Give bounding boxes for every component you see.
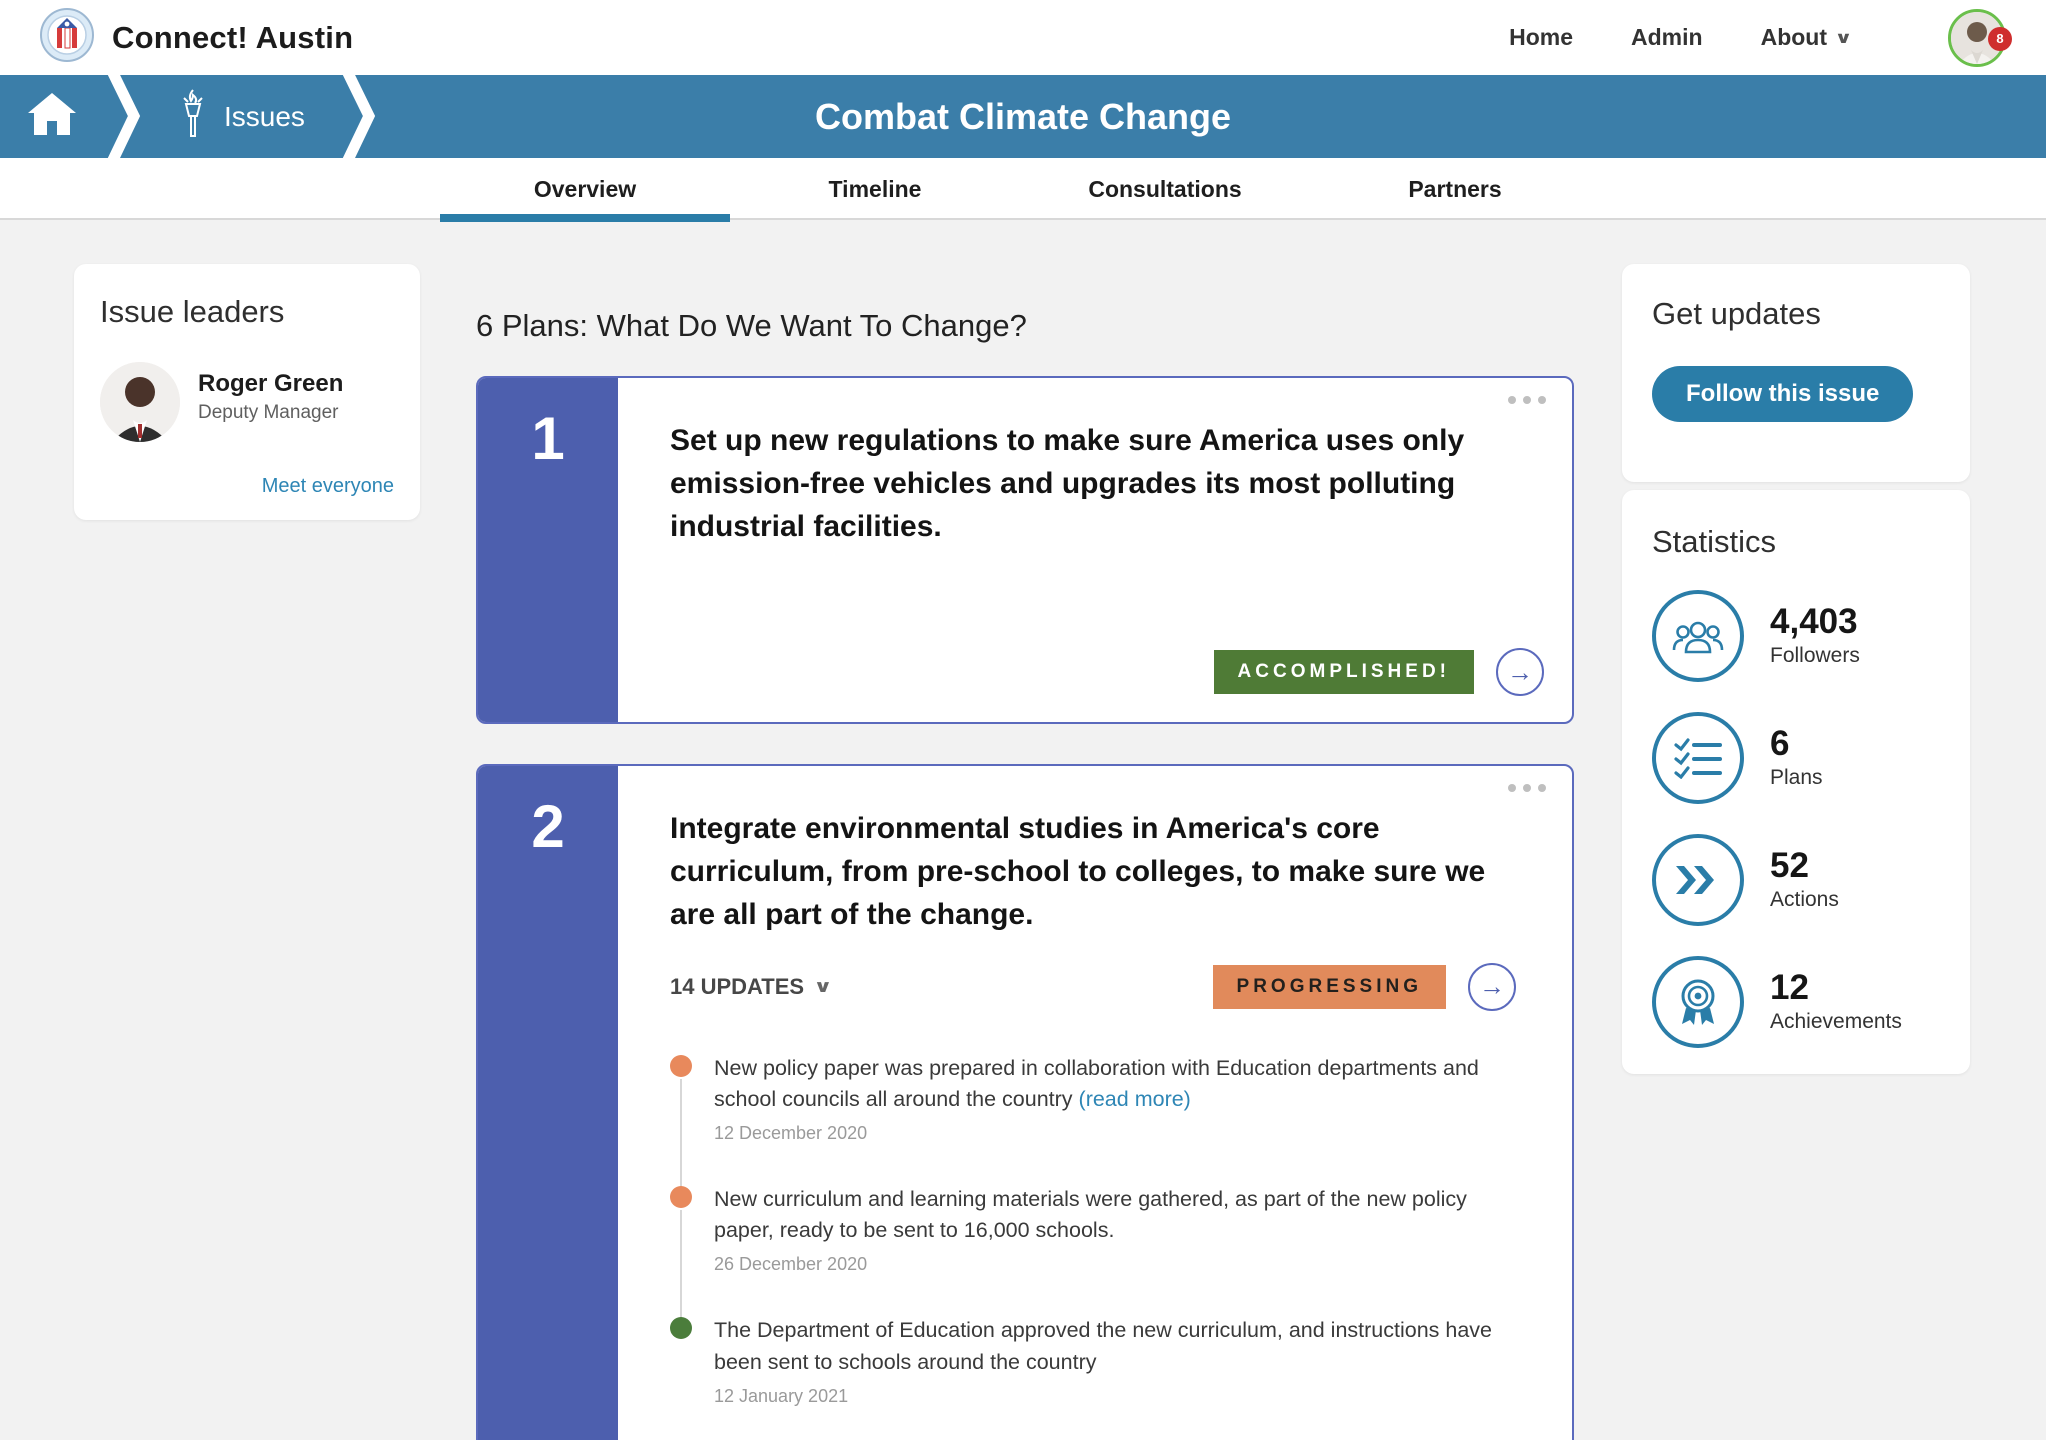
breadcrumb-separator-icon: [104, 75, 144, 158]
stat-actions-label: Actions: [1770, 888, 1839, 912]
user-avatar[interactable]: 8: [1948, 9, 2006, 67]
tabs-bar: Overview Timeline Consultations Partners: [0, 158, 2046, 220]
update-date: 12 January 2021: [714, 1386, 1516, 1407]
breadcrumb-issues-link[interactable]: Issues: [144, 86, 339, 147]
stat-plans-label: Plans: [1770, 766, 1823, 790]
stat-followers-value: 4,403: [1770, 604, 1860, 641]
issue-leaders-title: Issue leaders: [100, 294, 394, 330]
leader-role: Deputy Manager: [198, 402, 343, 424]
stat-achievements: 12 Achievements: [1652, 956, 1940, 1048]
followers-icon: [1652, 590, 1744, 682]
stat-followers: 4,403 Followers: [1652, 590, 1940, 682]
plan-card-1: 1 Set up new regulations to make sure Am…: [476, 376, 1574, 724]
plan-1-number-strip: 1: [478, 378, 618, 722]
stat-actions: 52 Actions: [1652, 834, 1940, 926]
tab-partners[interactable]: Partners: [1310, 158, 1600, 220]
update-status-dot: [670, 1055, 692, 1077]
home-icon: [26, 91, 78, 142]
stat-achievements-value: 12: [1770, 970, 1902, 1007]
timeline-connector: [680, 1210, 682, 1319]
tab-timeline[interactable]: Timeline: [730, 158, 1020, 220]
follow-issue-button[interactable]: Follow this issue: [1652, 366, 1913, 422]
updates-list: New policy paper was prepared in collabo…: [670, 1053, 1516, 1407]
leader-name: Roger Green: [198, 370, 343, 398]
stat-followers-label: Followers: [1770, 644, 1860, 668]
plan-2-text: Integrate environmental studies in Ameri…: [670, 808, 1516, 937]
update-item: New policy paper was prepared in collabo…: [670, 1053, 1516, 1144]
plans-icon: [1652, 712, 1744, 804]
update-status-dot: [670, 1317, 692, 1339]
stat-achievements-label: Achievements: [1770, 1010, 1902, 1034]
arrow-right-icon: →: [1479, 971, 1505, 1002]
stat-plans-value: 6: [1770, 726, 1823, 763]
nav-about[interactable]: About ∨: [1761, 24, 1850, 51]
timeline-connector: [680, 1079, 682, 1188]
update-date: 12 December 2020: [714, 1123, 1516, 1144]
update-item: New curriculum and learning materials we…: [670, 1184, 1516, 1275]
breadcrumb-issues-label: Issues: [224, 101, 305, 133]
plan-card-2: 2 Integrate environmental studies in Ame…: [476, 764, 1574, 1440]
breadcrumb-home-button[interactable]: [0, 91, 104, 142]
stat-plans: 6 Plans: [1652, 712, 1940, 804]
statistics-title: Statistics: [1652, 524, 1940, 560]
plans-heading: 6 Plans: What Do We Want To Change?: [476, 308, 1027, 344]
torch-icon: [178, 86, 208, 147]
plan-1-number: 1: [531, 404, 564, 722]
achievements-icon: [1652, 956, 1744, 1048]
read-more-link[interactable]: (read more): [1079, 1087, 1191, 1111]
tab-consultations[interactable]: Consultations: [1020, 158, 1310, 220]
plan-1-text: Set up new regulations to make sure Amer…: [670, 420, 1516, 549]
leader-avatar: [100, 362, 180, 442]
nav-home[interactable]: Home: [1509, 24, 1573, 51]
plan-1-status-badge: ACCOMPLISHED!: [1214, 650, 1474, 694]
stat-actions-value: 52: [1770, 848, 1839, 885]
brand-home-link[interactable]: Connect! Austin: [40, 8, 353, 67]
plan-2-open-button[interactable]: →: [1468, 963, 1516, 1011]
breadcrumb-separator-icon: [339, 75, 379, 158]
chevron-down-icon: ∨: [813, 977, 832, 997]
breadcrumb: Issues Combat Climate Change: [0, 75, 2046, 158]
actions-icon: [1652, 834, 1744, 926]
update-item: The Department of Education approved the…: [670, 1315, 1516, 1406]
plan-2-options-menu-icon[interactable]: [1508, 784, 1546, 792]
get-updates-card: Get updates Follow this issue: [1622, 264, 1970, 482]
plan-1-options-menu-icon[interactable]: [1508, 396, 1546, 404]
updates-toggle[interactable]: 14 UPDATES ∨: [670, 974, 830, 1000]
plan-2-status-badge: PROGRESSING: [1213, 965, 1446, 1009]
arrow-right-icon: →: [1507, 657, 1533, 688]
top-nav: Home Admin About ∨ 8: [1509, 9, 2006, 67]
update-status-dot: [670, 1186, 692, 1208]
notification-badge: 8: [1988, 27, 2012, 51]
active-tab-underline: [440, 214, 730, 222]
issue-leaders-card: Issue leaders Roger Green Deputy Manager…: [74, 264, 420, 520]
chevron-down-icon: ∨: [1834, 28, 1852, 48]
meet-everyone-link[interactable]: Meet everyone: [262, 475, 394, 498]
update-date: 26 December 2020: [714, 1254, 1516, 1275]
top-header: Connect! Austin Home Admin About ∨ 8: [0, 0, 2046, 75]
plan-1-open-button[interactable]: →: [1496, 648, 1544, 696]
tab-overview[interactable]: Overview: [440, 158, 730, 220]
plan-2-number-strip: 2: [478, 766, 618, 1440]
nav-admin[interactable]: Admin: [1631, 24, 1703, 51]
get-updates-title: Get updates: [1652, 296, 1940, 332]
statistics-card: Statistics 4,403 Followers: [1622, 490, 1970, 1074]
plan-2-number: 2: [531, 792, 564, 1440]
brand-name: Connect! Austin: [112, 20, 353, 56]
leader-row[interactable]: Roger Green Deputy Manager: [100, 362, 394, 442]
city-seal-logo-icon: [40, 8, 94, 67]
